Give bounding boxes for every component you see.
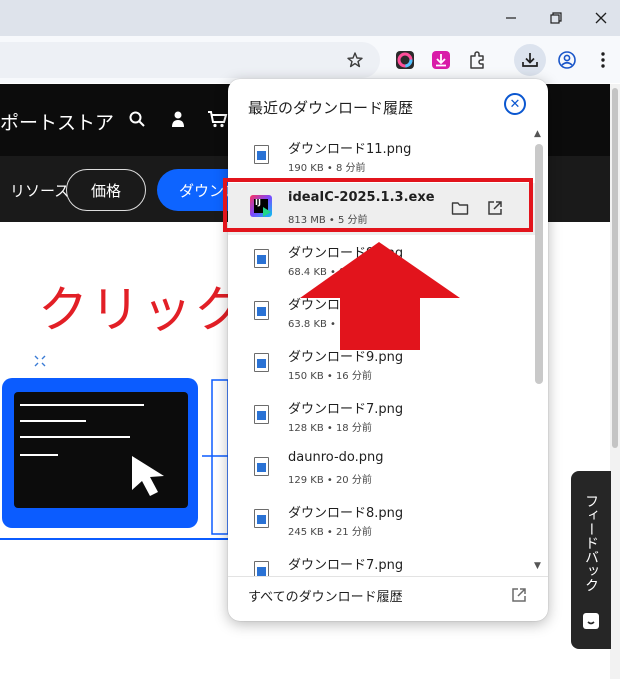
open-downloads-page-button[interactable] xyxy=(508,584,530,606)
download-extension-icon xyxy=(432,51,450,69)
close-icon: ✕ xyxy=(509,96,521,112)
nav-store-link[interactable]: ストア xyxy=(57,108,114,135)
download-file-meta: 245 KB • 21 分前 xyxy=(288,527,372,538)
feedback-smile-icon xyxy=(583,613,599,629)
download-file-meta: 128 KB • 18 分前 xyxy=(288,423,372,434)
image-file-icon xyxy=(254,145,269,164)
all-downloads-link[interactable]: すべてのダウンロード履歴 xyxy=(248,586,403,605)
hero-heading: クリック xyxy=(38,281,246,339)
address-bar[interactable] xyxy=(0,42,380,78)
close-window-button[interactable] xyxy=(580,0,620,36)
code-line-decoration xyxy=(20,454,58,456)
image-file-icon xyxy=(254,405,269,424)
cursor-pointer-icon xyxy=(132,456,164,496)
download-file-name: ダウンロード11.png xyxy=(288,142,412,157)
pricing-button[interactable]: 価格 xyxy=(66,169,146,211)
download-item[interactable]: ダウンロード11.png 190 KB • 8 分前 xyxy=(228,131,538,183)
bookmark-star-icon xyxy=(347,52,363,68)
cart-icon xyxy=(208,111,228,128)
bookmark-star-button[interactable] xyxy=(339,44,371,76)
code-line-decoration xyxy=(20,420,86,422)
minimize-icon xyxy=(506,17,516,19)
laptop-base-line xyxy=(0,538,230,540)
page-scrollbar-thumb[interactable] xyxy=(612,88,618,448)
download-file-name: ダウンロード7.png xyxy=(288,558,404,573)
download-file-name: ダウンロード8.png xyxy=(288,506,404,521)
close-icon xyxy=(595,12,607,24)
download-item[interactable]: ダウンロード7.png xyxy=(228,547,538,576)
download-file-meta: 190 KB • 8 分前 xyxy=(288,163,366,174)
restore-icon xyxy=(550,12,562,24)
illustration-panel-decoration xyxy=(202,379,229,535)
download-file-meta: 129 KB • 20 分前 xyxy=(288,475,372,486)
resources-link[interactable]: リソース xyxy=(10,180,69,201)
download-item[interactable]: ダウンロード8.png 245 KB • 21 分前 xyxy=(228,495,538,547)
download-extension-button[interactable] xyxy=(425,44,457,76)
bubble-scrollbar-thumb[interactable] xyxy=(535,144,543,384)
search-icon xyxy=(129,111,145,127)
menu-kebab-icon xyxy=(601,52,605,68)
image-file-icon xyxy=(254,353,269,372)
account-button[interactable] xyxy=(170,110,186,132)
feedback-label: フィードバック xyxy=(583,494,599,592)
color-extension-icon xyxy=(396,51,414,69)
profile-button[interactable] xyxy=(551,44,583,76)
image-file-icon xyxy=(254,561,269,576)
download-file-name: ダウンロード7.png xyxy=(288,402,404,417)
laptop-screen-illustration xyxy=(14,392,188,508)
image-file-icon xyxy=(254,457,269,476)
scroll-down-arrow-icon[interactable]: ▼ xyxy=(534,561,541,571)
profile-icon xyxy=(558,51,576,69)
extensions-puzzle-icon xyxy=(470,51,484,69)
scroll-up-arrow-icon[interactable]: ▲ xyxy=(534,129,541,139)
bubble-close-button[interactable]: ✕ xyxy=(504,93,526,115)
annotation-up-arrow xyxy=(300,242,460,350)
download-file-meta: 150 KB • 16 分前 xyxy=(288,371,372,382)
restore-button[interactable] xyxy=(535,0,577,36)
nav-support-link[interactable]: ポート xyxy=(0,108,57,135)
code-line-decoration xyxy=(20,404,144,406)
download-item[interactable]: daunro-do.png 129 KB • 20 分前 xyxy=(228,443,538,495)
downloads-button[interactable] xyxy=(514,44,546,76)
cart-button[interactable] xyxy=(207,110,229,132)
open-external-icon xyxy=(512,588,526,602)
sparkle-icon xyxy=(34,355,46,367)
browser-menu-button[interactable] xyxy=(587,44,619,76)
image-file-icon xyxy=(254,249,269,268)
bubble-divider xyxy=(228,576,548,577)
download-item[interactable]: ダウンロード7.png 128 KB • 18 分前 xyxy=(228,391,538,443)
image-file-icon xyxy=(254,509,269,528)
color-extension-button[interactable] xyxy=(389,44,421,76)
bubble-title: 最近のダウンロード履歴 xyxy=(248,99,414,117)
search-button[interactable] xyxy=(128,110,146,132)
annotation-highlight-box xyxy=(223,178,533,232)
extensions-button[interactable] xyxy=(461,44,493,76)
code-line-decoration xyxy=(20,436,130,438)
download-file-name: daunro-do.png xyxy=(288,450,384,465)
image-file-icon xyxy=(254,301,269,320)
account-icon xyxy=(172,111,184,127)
downloads-icon xyxy=(522,53,538,67)
minimize-button[interactable] xyxy=(490,0,532,36)
